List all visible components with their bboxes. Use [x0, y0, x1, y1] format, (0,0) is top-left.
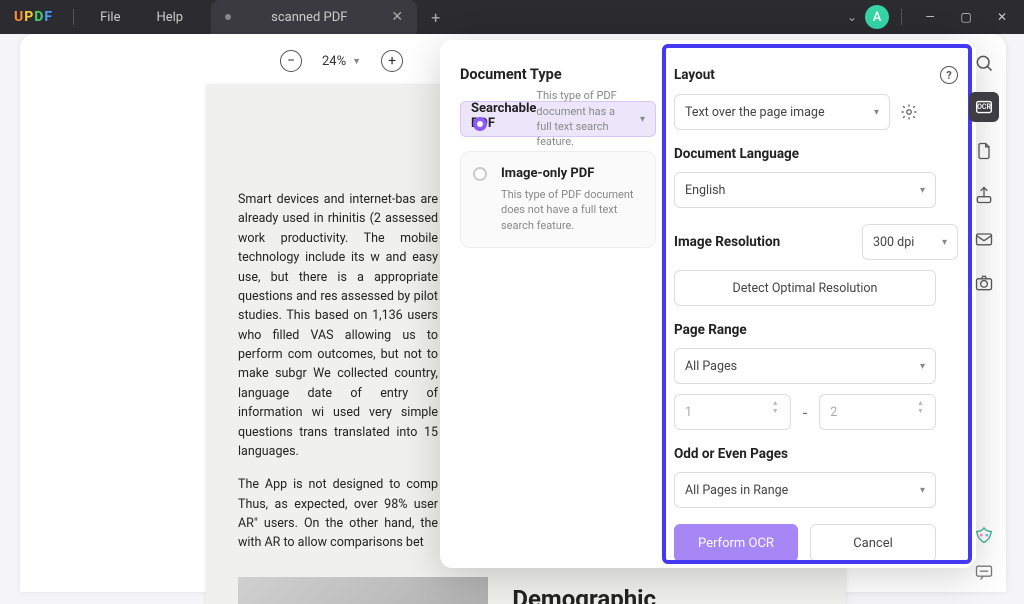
option-title: Image-only PDF [501, 166, 641, 181]
app-logo: UPDF [0, 9, 65, 25]
ocr-panel-right: Layout ? Text over the page image Docume… [670, 40, 976, 568]
layout-select[interactable]: Text over the page image [674, 94, 890, 130]
page-to-input[interactable]: 2▲▼ [819, 394, 936, 430]
menu-help[interactable]: Help [138, 10, 201, 25]
search-icon[interactable] [969, 48, 999, 78]
option-desc: This type of PDF document does not have … [501, 187, 641, 233]
option-image-only-pdf[interactable]: Image-only PDF This type of PDF document… [460, 151, 656, 248]
layout-settings-icon[interactable] [900, 103, 918, 121]
language-label: Document Language [674, 146, 799, 162]
divider [901, 9, 902, 25]
range-dash: - [803, 403, 807, 422]
language-select[interactable]: English [674, 172, 936, 208]
doc-subheading: Demographic Characteristics [512, 585, 814, 604]
page-range-label: Page Range [674, 322, 747, 338]
minimize-button[interactable]: ― [914, 3, 946, 31]
cancel-button[interactable]: Cancel [810, 524, 936, 562]
ocr-tool-icon[interactable]: OCR [969, 92, 999, 122]
tab-indicator-icon [225, 14, 231, 20]
radio-unselected-icon [473, 167, 487, 181]
tab-active[interactable]: scanned PDF ✕ [211, 0, 417, 34]
option-searchable-pdf[interactable]: Searchable PDF This type of PDF document… [460, 101, 656, 137]
zoom-in-button[interactable]: + [381, 50, 403, 72]
new-tab-button[interactable]: + [417, 8, 454, 27]
help-icon[interactable]: ? [940, 66, 958, 84]
tab-close-icon[interactable]: ✕ [387, 7, 407, 27]
resolution-label: Image Resolution [674, 234, 780, 250]
app-window: − 24%▼ + Improve Smart devices and inter… [20, 34, 1006, 592]
doc-image [238, 577, 488, 604]
ocr-panel-left: Document Type Searchable PDF This type o… [440, 40, 670, 568]
tab-title: scanned PDF [241, 10, 377, 25]
doc-paragraph: The App is not designed to comp Thus, as… [238, 475, 438, 553]
ai-assistant-icon[interactable] [973, 526, 995, 548]
chat-icon[interactable] [974, 562, 994, 582]
ocr-panel: Document Type Searchable PDF This type o… [440, 40, 976, 568]
zoom-out-button[interactable]: − [280, 50, 302, 72]
detect-resolution-button[interactable]: Detect Optimal Resolution [674, 270, 936, 306]
radio-selected-icon [473, 117, 487, 131]
avatar[interactable]: A [865, 5, 889, 29]
option-desc: This type of PDF document has a full tex… [536, 88, 627, 150]
camera-icon[interactable] [969, 268, 999, 298]
zoom-select[interactable]: 24%▼ [322, 54, 361, 69]
share-icon[interactable] [969, 180, 999, 210]
document-type-heading: Document Type [460, 66, 656, 83]
divider [73, 9, 74, 25]
right-toolbar-bottom [962, 526, 1006, 582]
page-from-input[interactable]: 1▲▼ [674, 394, 791, 430]
right-toolbar: OCR [962, 48, 1006, 298]
odd-even-label: Odd or Even Pages [674, 446, 788, 462]
resolution-select[interactable]: 300 dpi [862, 224, 958, 260]
odd-even-select[interactable]: All Pages in Range [674, 472, 936, 508]
maximize-button[interactable]: ▢ [950, 3, 982, 31]
tab-dropdown-icon[interactable]: ⌄ [843, 10, 861, 24]
close-button[interactable]: ✕ [986, 3, 1018, 31]
convert-icon[interactable] [969, 136, 999, 166]
page-range-select[interactable]: All Pages [674, 348, 936, 384]
doc-paragraph: Smart devices and internet-bas are alrea… [238, 190, 438, 461]
zoom-toolbar: − 24%▼ + [280, 50, 403, 72]
perform-ocr-button[interactable]: Perform OCR [674, 524, 798, 562]
menu-file[interactable]: File [82, 10, 138, 25]
layout-label: Layout [674, 67, 715, 83]
titlebar: UPDF File Help scanned PDF ✕ + ⌄ A ― ▢ ✕ [0, 0, 1024, 34]
email-icon[interactable] [969, 224, 999, 254]
